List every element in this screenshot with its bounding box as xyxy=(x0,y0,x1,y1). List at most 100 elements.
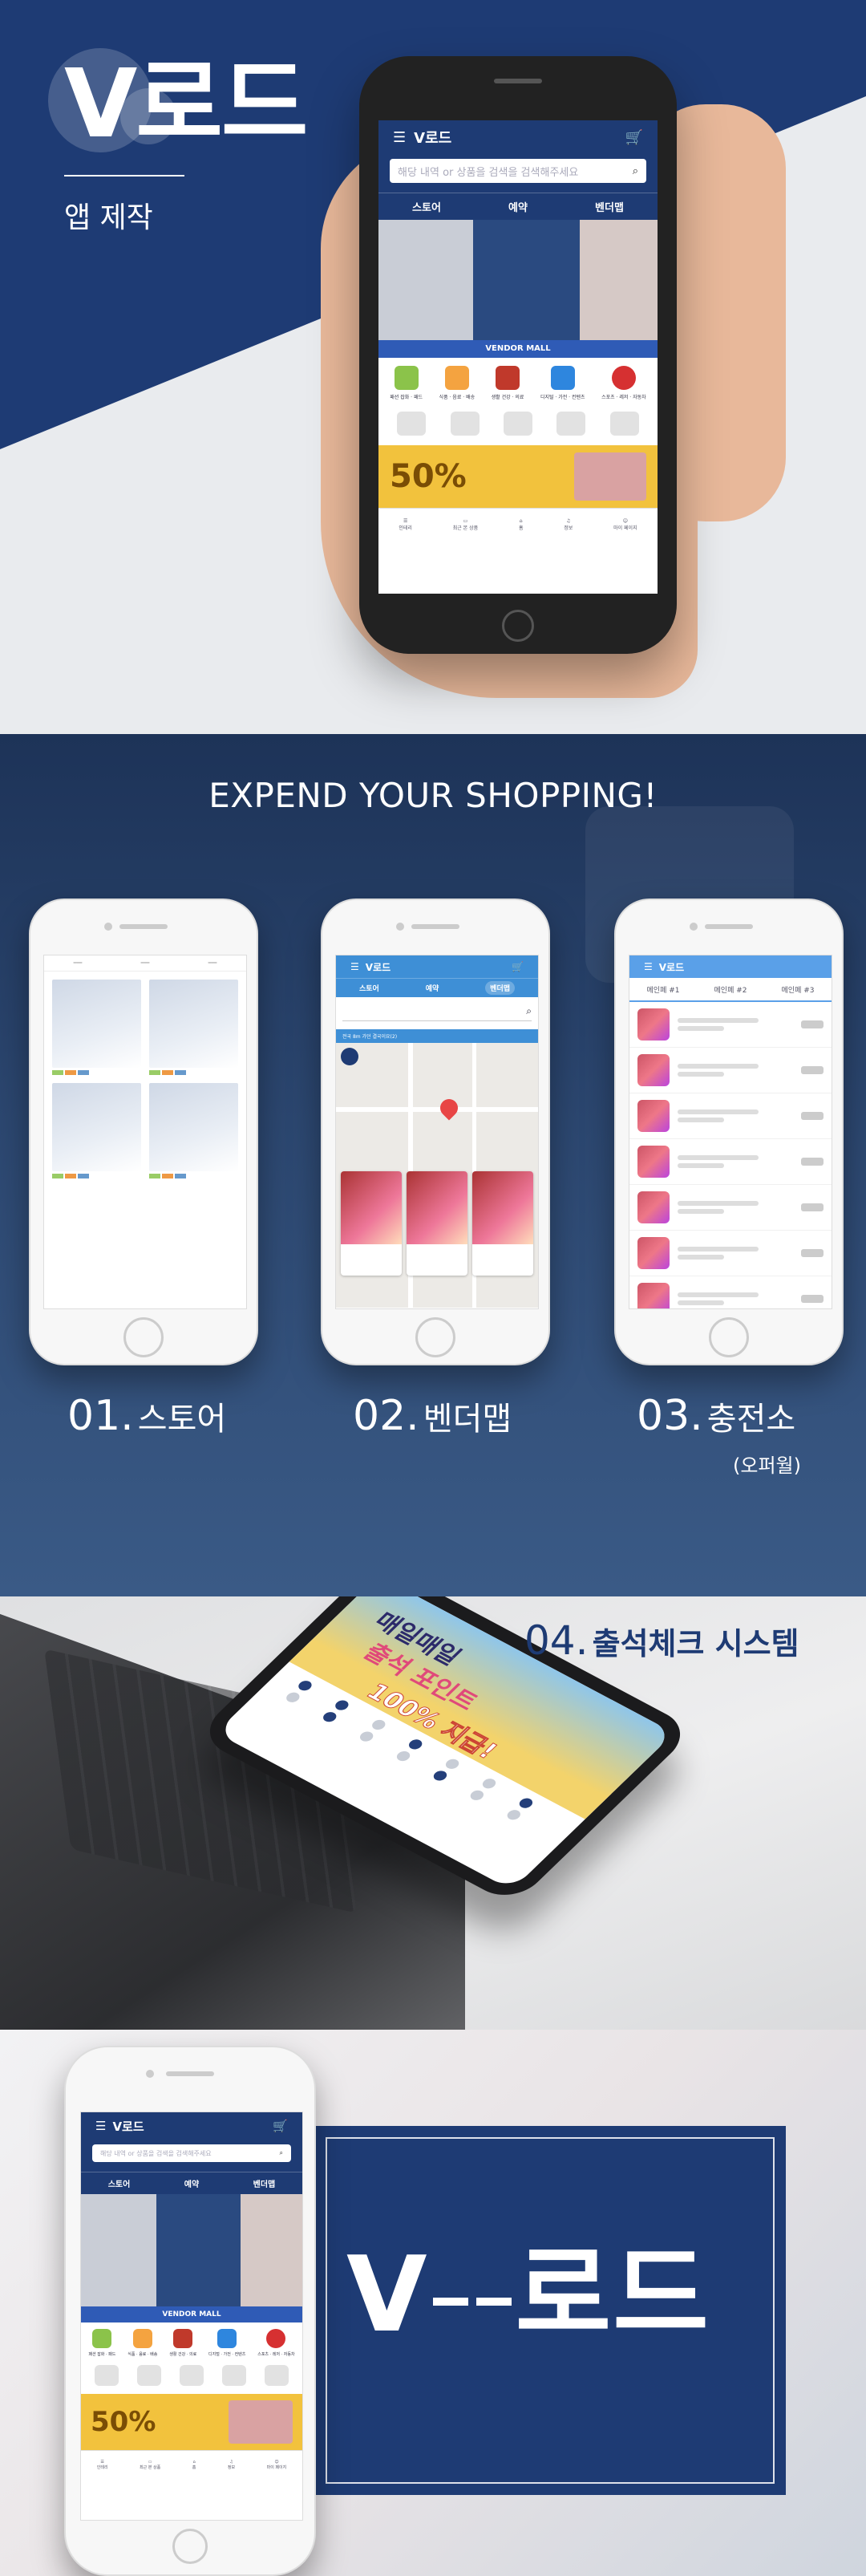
nav-item-home[interactable]: ⌂ 홈 xyxy=(192,2460,196,2470)
nav-label: 정보 xyxy=(564,525,573,531)
product-card[interactable] xyxy=(149,980,238,1075)
tab-store[interactable]: 스토어 xyxy=(108,2177,131,2189)
list-item[interactable] xyxy=(629,1139,832,1185)
menu-icon[interactable]: ☰ xyxy=(350,961,359,972)
app-banner[interactable] xyxy=(81,2194,302,2306)
nav-label: 인테리 xyxy=(399,525,412,531)
tab-reserve[interactable]: 예약 xyxy=(508,199,528,214)
monitor-icon xyxy=(217,2329,237,2348)
app-tabs: 스토어 예약 벤더맵 xyxy=(336,978,538,997)
cart-icon[interactable]: 🛒 xyxy=(273,2119,288,2133)
offer-button[interactable] xyxy=(801,1066,824,1074)
nav-item-mypage[interactable]: ☺ 마이 페이지 xyxy=(613,518,637,531)
nav-item-recent[interactable]: ▭ 최근 본 상품 xyxy=(453,518,478,531)
image-placeholder-icon xyxy=(264,2365,289,2386)
nav-item-info[interactable]: ♫ 정보 xyxy=(228,2460,235,2470)
search-icon[interactable]: ⌕ xyxy=(280,2149,283,2157)
menu-icon[interactable]: ☰ xyxy=(95,2119,106,2133)
vendor-map[interactable] xyxy=(336,1043,538,1308)
category-fashion[interactable]: 패션 잡화 · 패드 xyxy=(390,366,423,400)
offer-button[interactable] xyxy=(801,1203,824,1211)
store-tab[interactable]: ━━━ xyxy=(141,960,150,966)
category-living[interactable]: 생활 건강 · 의료 xyxy=(492,366,524,400)
offer-button[interactable] xyxy=(801,1020,824,1028)
cart-icon[interactable]: 🛒 xyxy=(625,129,643,146)
nav-item-info[interactable]: ♫ 정보 xyxy=(564,518,573,531)
category-label: 생활 건강 · 의료 xyxy=(169,2352,197,2357)
charge-tab[interactable]: 메인페 #2 xyxy=(714,984,747,995)
nav-item-mypage[interactable]: ☺ 마이 페이지 xyxy=(267,2460,287,2470)
menu-icon[interactable]: ☰ xyxy=(393,129,406,146)
product-card[interactable] xyxy=(52,980,141,1075)
map-search-input[interactable]: ⌕ xyxy=(342,1005,532,1021)
nav-item-home[interactable]: ⌂ 홈 xyxy=(519,518,524,531)
category-sports[interactable]: 스포츠 · 레저 · 자동차 xyxy=(601,366,646,400)
list-item[interactable] xyxy=(629,1185,832,1231)
promo-discount: 50% xyxy=(91,2406,156,2438)
promo-banner[interactable]: 50% xyxy=(81,2394,302,2450)
cart-icon[interactable]: 🛒 xyxy=(512,961,524,972)
map-search: ⌕ xyxy=(336,997,538,1029)
vendor-card[interactable] xyxy=(472,1171,533,1276)
app-banner[interactable] xyxy=(378,220,658,340)
nav-label: 인테리 xyxy=(96,2465,108,2470)
nav-label: 마이 페이지 xyxy=(266,2465,287,2470)
category-food[interactable]: 식품 · 음료 · 배송 xyxy=(127,2329,157,2357)
product-card[interactable] xyxy=(149,1083,238,1178)
nav-item-interior[interactable]: ☰ 인테리 xyxy=(97,2460,108,2470)
store-product-grid xyxy=(44,972,246,1187)
banner-model-image xyxy=(81,2194,156,2306)
category-food[interactable]: 식품 · 음료 · 배송 xyxy=(439,366,475,400)
charge-tab[interactable]: 메인페 #3 xyxy=(782,984,815,995)
tab-reserve[interactable]: 예약 xyxy=(426,983,439,993)
store-tab[interactable]: ━━━ xyxy=(74,960,83,966)
category-digital[interactable]: 디지털 · 가전 · 컨텐츠 xyxy=(208,2329,245,2357)
tab-store[interactable]: 스토어 xyxy=(412,199,441,214)
feature-label-store: 01. 스토어 xyxy=(67,1392,226,1440)
offer-button[interactable] xyxy=(801,1112,824,1120)
list-item[interactable] xyxy=(629,1231,832,1276)
brand-wordmark: V 로드 xyxy=(346,2242,710,2347)
map-address-bar[interactable]: 전국 8m 가던 결국이요(2) xyxy=(336,1029,538,1043)
store-tab[interactable]: ━━━ xyxy=(208,960,217,966)
search-input[interactable]: 해당 내역 or 상품을 검색을 검색해주세요 ⌕ xyxy=(390,159,646,183)
tab-vendor-map[interactable]: 벤더맵 xyxy=(253,2177,276,2189)
product-card[interactable] xyxy=(52,1083,141,1178)
offer-button[interactable] xyxy=(801,1295,824,1303)
vendor-card[interactable] xyxy=(341,1171,402,1276)
tab-reserve[interactable]: 예약 xyxy=(184,2177,199,2189)
nav-item-interior[interactable]: ☰ 인테리 xyxy=(399,518,412,531)
category-label: 식품 · 음료 · 배송 xyxy=(439,395,475,400)
promo-image xyxy=(574,452,646,501)
list-item[interactable] xyxy=(629,1002,832,1048)
category-sports[interactable]: 스포츠 · 레저 · 자동차 xyxy=(257,2329,295,2357)
promo-banner[interactable]: 50% xyxy=(378,445,658,508)
image-placeholder-icon xyxy=(397,412,427,436)
category-fashion[interactable]: 패션 잡화 · 패드 xyxy=(88,2329,115,2357)
banner-center-image xyxy=(473,220,580,340)
nav-item-recent[interactable]: ▭ 최근 본 상품 xyxy=(140,2460,160,2470)
map-pin-icon[interactable] xyxy=(436,1095,462,1121)
list-item[interactable] xyxy=(629,1093,832,1139)
category-digital[interactable]: 디지털 · 가전 · 컨텐츠 xyxy=(540,366,585,400)
charge-tab[interactable]: 메인페 #1 xyxy=(647,984,680,995)
offer-button[interactable] xyxy=(801,1249,824,1257)
nav-label: 정보 xyxy=(227,2465,236,2470)
vendor-card[interactable] xyxy=(407,1171,467,1276)
tab-vendor-map[interactable]: 벤더맵 xyxy=(595,199,624,214)
menu-icon[interactable]: ☰ xyxy=(644,961,653,972)
app-tabs: 스토어 예약 벤더맵 xyxy=(378,193,658,220)
tab-vendor-map[interactable]: 벤더맵 xyxy=(485,981,516,995)
search-icon[interactable]: ⌕ xyxy=(526,1005,532,1020)
list-item[interactable] xyxy=(629,1276,832,1308)
vendor-image xyxy=(472,1171,533,1244)
search-input[interactable]: 해당 내역 or 상품을 검색을 검색해주세요 ⌕ xyxy=(92,2144,291,2162)
category-living[interactable]: 생활 건강 · 의료 xyxy=(169,2329,196,2357)
tab-store[interactable]: 스토어 xyxy=(359,983,379,993)
list-item[interactable] xyxy=(629,1048,832,1093)
search-icon[interactable]: ⌕ xyxy=(633,165,638,177)
offer-button[interactable] xyxy=(801,1158,824,1166)
search-placeholder: 해당 내역 or 상품을 검색을 검색해주세요 xyxy=(100,2149,212,2157)
product-tags xyxy=(149,1174,238,1178)
location-icon[interactable] xyxy=(341,1048,358,1065)
